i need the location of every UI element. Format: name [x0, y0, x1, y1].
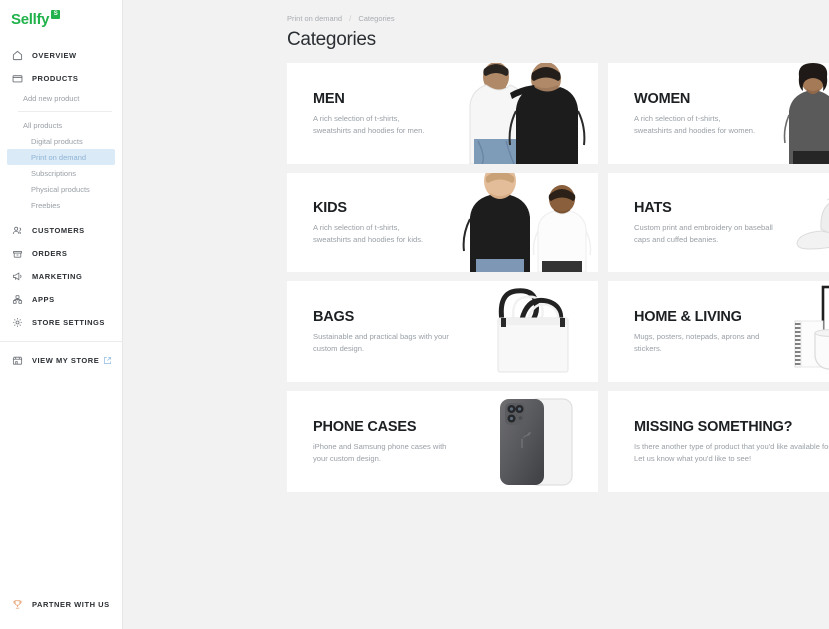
tote-bag-photo — [470, 281, 598, 382]
cap-photo — [791, 173, 829, 272]
home-icon — [11, 49, 24, 62]
sidebar-subitem-freebies[interactable]: Freebies — [7, 197, 115, 213]
card-title: HOME & LIVING — [634, 308, 742, 325]
card-title: WOMEN — [634, 90, 691, 107]
category-card-missing-something[interactable]: MISSING SOMETHING? Is there another type… — [608, 391, 829, 492]
category-card-kids[interactable]: KIDS A rich selection of t-shirts, sweat… — [287, 173, 598, 272]
sidebar-item-customers[interactable]: CUSTOMERS — [0, 219, 122, 242]
card-description: Sustainable and practical bags with your… — [313, 331, 449, 353]
external-link-icon[interactable] — [103, 356, 112, 365]
sidebar-item-marketing[interactable]: MARKETING — [0, 265, 122, 288]
sidebar-item-overview[interactable]: OVERVIEW — [0, 44, 122, 67]
sidebar-item-label: MARKETING — [32, 272, 83, 281]
sidebar-item-label: PRODUCTS — [32, 74, 79, 83]
sidebar-subitem-label: Add new product — [23, 93, 80, 103]
category-card-bags[interactable]: BAGS Sustainable and practical bags with… — [287, 281, 598, 382]
sidebar-item-apps[interactable]: APPS — [0, 288, 122, 311]
sidebar-item-label: STORE SETTINGS — [32, 318, 105, 327]
kids-photo — [448, 173, 598, 272]
sidebar: Sellfy S OVERVIEW PRODUCTS Add new produ… — [0, 0, 123, 629]
card-title: PHONE CASES — [313, 418, 417, 435]
card-title: MEN — [313, 90, 345, 107]
orders-icon — [11, 247, 24, 260]
home-living-photo — [791, 281, 829, 382]
sidebar-item-label: CUSTOMERS — [32, 226, 85, 235]
megaphone-icon — [11, 270, 24, 283]
card-description: A rich selection of t-shirts, sweatshirt… — [634, 113, 756, 135]
card-description: iPhone and Samsung phone cases with your… — [313, 441, 447, 463]
sidebar-subitem-digital-products[interactable]: Digital products — [7, 133, 115, 149]
sidebar-item-store-settings[interactable]: STORE SETTINGS — [0, 311, 122, 334]
logo-badge: S — [51, 10, 61, 19]
sidebar-subitem-label: Print on demand — [31, 152, 87, 162]
page-title: Categories — [287, 29, 376, 50]
card-text: HOME & LIVING Mugs, posters, notepads, a… — [608, 281, 791, 382]
breadcrumb: Print on demand / Categories — [123, 0, 829, 23]
card-title: MISSING SOMETHING? — [634, 418, 793, 435]
sidebar-item-label: PARTNER WITH US — [32, 600, 110, 609]
sellfy-logo[interactable]: Sellfy S — [0, 0, 122, 30]
card-description: Mugs, posters, notepads, aprons and stic… — [634, 331, 760, 353]
card-description: Custom print and embroidery on baseball … — [634, 222, 773, 244]
breadcrumb-separator: / — [349, 14, 352, 23]
trophy-icon — [11, 598, 24, 611]
apps-icon — [11, 293, 24, 306]
card-text: MEN A rich selection of t-shirts, sweats… — [287, 63, 448, 164]
logo-text: Sellfy — [11, 11, 50, 28]
sidebar-subitem-all-products[interactable]: All products — [7, 117, 115, 133]
breadcrumb-current: Categories — [358, 14, 395, 23]
sidebar-item-label: ORDERS — [32, 249, 68, 258]
main-content: Print on demand / Categories Categories … — [123, 0, 829, 629]
sidebar-subitem-label: All products — [23, 120, 63, 130]
sidebar-item-view-my-store[interactable]: VIEW MY STORE — [0, 349, 122, 372]
store-icon — [11, 354, 24, 367]
category-card-women[interactable]: WOMEN A rich selection of t-shirts, swea… — [608, 63, 829, 164]
card-text: KIDS A rich selection of t-shirts, sweat… — [287, 173, 448, 272]
sidebar-divider — [0, 341, 122, 342]
card-text: WOMEN A rich selection of t-shirts, swea… — [608, 63, 769, 164]
card-description: A rich selection of t-shirts, sweatshirt… — [313, 222, 424, 244]
category-card-home-living[interactable]: HOME & LIVING Mugs, posters, notepads, a… — [608, 281, 829, 382]
category-card-phone-cases[interactable]: PHONE CASES iPhone and Samsung phone cas… — [287, 391, 598, 492]
card-description: Is there another type of product that yo… — [634, 441, 829, 463]
sidebar-subitem-label: Digital products — [31, 136, 83, 146]
category-card-grid: MEN A rich selection of t-shirts, sweats… — [123, 63, 829, 492]
card-text: MISSING SOMETHING? Is there another type… — [608, 391, 829, 492]
sidebar-item-label: OVERVIEW — [32, 51, 77, 60]
category-card-hats[interactable]: HATS Custom print and embroidery on base… — [608, 173, 829, 272]
men-photo — [448, 63, 598, 164]
customers-icon — [11, 224, 24, 237]
sidebar-subitem-subscriptions[interactable]: Subscriptions — [7, 165, 115, 181]
sidebar-subitem-label: Physical products — [31, 184, 90, 194]
sidebar-item-label: APPS — [32, 295, 55, 304]
sidebar-item-label: VIEW MY STORE — [32, 356, 100, 365]
sidebar-divider — [18, 111, 112, 112]
sidebar-subitem-add-new-product[interactable]: Add new product — [7, 90, 115, 106]
sidebar-item-orders[interactable]: ORDERS — [0, 242, 122, 265]
gear-icon — [11, 316, 24, 329]
app-root: Sellfy S OVERVIEW PRODUCTS Add new produ… — [0, 0, 829, 629]
card-text: BAGS Sustainable and practical bags with… — [287, 281, 470, 382]
phone-cases-photo — [470, 391, 598, 492]
category-card-men[interactable]: MEN A rich selection of t-shirts, sweats… — [287, 63, 598, 164]
sidebar-subitem-label: Subscriptions — [31, 168, 77, 178]
women-photo — [769, 63, 829, 164]
card-text: HATS Custom print and embroidery on base… — [608, 173, 791, 272]
card-title: HATS — [634, 199, 672, 216]
breadcrumb-parent[interactable]: Print on demand — [287, 14, 342, 23]
sidebar-item-partner-with-us[interactable]: PARTNER WITH US — [0, 598, 122, 611]
sidebar-subitem-label: Freebies — [31, 200, 61, 210]
sidebar-subitem-physical-products[interactable]: Physical products — [7, 181, 115, 197]
sidebar-item-products[interactable]: PRODUCTS — [0, 67, 122, 90]
card-text: PHONE CASES iPhone and Samsung phone cas… — [287, 391, 470, 492]
card-description: A rich selection of t-shirts, sweatshirt… — [313, 113, 425, 135]
card-title: KIDS — [313, 199, 347, 216]
sidebar-subitem-print-on-demand[interactable]: Print on demand — [7, 149, 115, 165]
folder-icon — [11, 72, 24, 85]
card-title: BAGS — [313, 308, 355, 325]
primary-nav: OVERVIEW PRODUCTS Add new product All pr… — [0, 44, 122, 372]
